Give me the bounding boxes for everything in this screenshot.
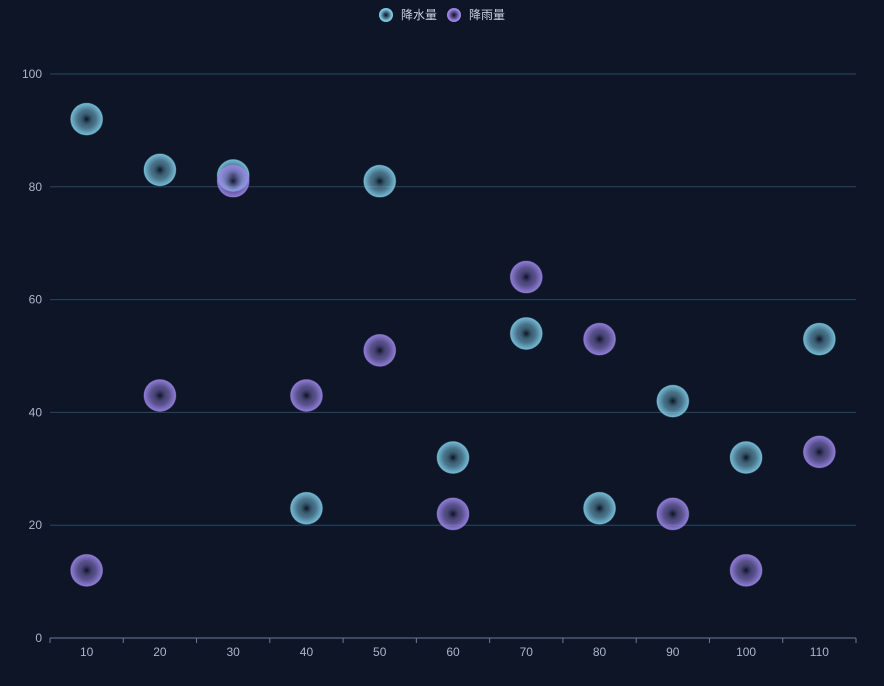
y-tick-label-60: 60: [29, 293, 43, 307]
data-point-series-2-x-60: [436, 497, 470, 531]
data-point-series-2-x-50: [363, 333, 397, 367]
data-point-series-1-x-110: [802, 322, 836, 356]
data-point-series-2-x-80: [583, 322, 617, 356]
x-tick-label-50: 50: [373, 645, 387, 659]
data-point-series-2-x-100: [729, 553, 763, 587]
x-tick-label-10: 10: [80, 645, 94, 659]
data-point-series-1-x-50: [363, 164, 397, 198]
x-tick-label-20: 20: [153, 645, 167, 659]
data-point-series-1-x-100: [729, 441, 763, 475]
y-tick-label-40: 40: [29, 405, 43, 419]
data-point-series-2-x-10: [70, 553, 104, 587]
data-point-series-1-x-10: [70, 102, 104, 136]
data-point-series-1-x-80: [583, 491, 617, 525]
chart-root: 降水量 降雨量 0 20 40 60 80 100 10 20 30 40 50 60 70 80 90 10…: [0, 0, 884, 686]
x-tick-label-80: 80: [593, 645, 607, 659]
x-tick-label-90: 90: [666, 645, 680, 659]
points-layer: [70, 102, 836, 587]
data-point-series-1-x-20: [143, 153, 177, 187]
data-point-series-2-x-30: [216, 164, 250, 198]
x-tick-label-30: 30: [227, 645, 241, 659]
y-tick-label-20: 20: [29, 518, 43, 532]
x-tick-label-70: 70: [520, 645, 534, 659]
x-tick-label-40: 40: [300, 645, 314, 659]
data-point-series-2-x-20: [143, 378, 177, 412]
x-tick-label-100: 100: [736, 645, 756, 659]
data-point-series-2-x-110: [802, 435, 836, 469]
data-point-series-1-x-60: [436, 441, 470, 475]
data-point-series-1-x-90: [656, 384, 690, 418]
y-tick-label-0: 0: [35, 631, 42, 645]
x-tick-label-60: 60: [446, 645, 460, 659]
y-tick-label-100: 100: [22, 67, 42, 81]
data-point-series-2-x-40: [289, 378, 323, 412]
y-tick-label-80: 80: [29, 180, 43, 194]
data-point-series-1-x-40: [289, 491, 323, 525]
scatter-plot: 0 20 40 60 80 100 10 20 30 40 50 60 70 80 90 100 110: [22, 67, 857, 659]
data-point-series-2-x-90: [656, 497, 690, 531]
data-point-series-1-x-70: [509, 316, 543, 350]
data-point-series-2-x-70: [509, 260, 543, 294]
x-tick-label-110: 110: [810, 645, 829, 659]
